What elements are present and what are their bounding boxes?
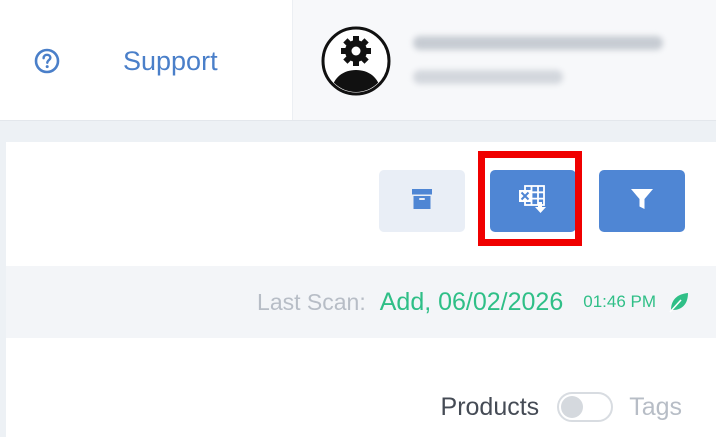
products-label[interactable]: Products xyxy=(441,393,540,422)
archive-button[interactable] xyxy=(379,170,465,232)
last-scan-time: 01:46 PM xyxy=(583,292,656,311)
filter-icon xyxy=(629,186,655,217)
support-label: Support xyxy=(123,45,218,76)
leaf-icon xyxy=(668,291,690,313)
top-bar: Support xyxy=(0,0,716,121)
filter-button[interactable] xyxy=(599,170,685,232)
user-name-redacted xyxy=(413,36,663,50)
excel-export-icon xyxy=(516,183,550,220)
products-tags-toggle: Products Tags xyxy=(441,392,682,422)
user-subtitle-redacted xyxy=(413,70,563,84)
last-scan-date: Add, 06/02/2026 xyxy=(379,287,564,316)
tags-label[interactable]: Tags xyxy=(629,393,682,422)
user-avatar-icon[interactable] xyxy=(321,26,391,96)
last-scan-bar: Last Scan: Add, 06/02/2026 01:46 PM xyxy=(6,266,716,338)
last-scan-label: Last Scan: xyxy=(257,288,366,315)
support-link[interactable]: Support xyxy=(34,44,218,78)
content-card: Last Scan: Add, 06/02/2026 01:46 PM Prod… xyxy=(6,142,716,437)
export-excel-button[interactable] xyxy=(490,170,576,232)
view-toggle-switch[interactable] xyxy=(557,392,614,422)
question-circle-icon xyxy=(34,48,60,74)
toggle-knob xyxy=(561,396,584,418)
archive-icon xyxy=(410,187,434,216)
user-profile-panel[interactable] xyxy=(292,0,716,120)
